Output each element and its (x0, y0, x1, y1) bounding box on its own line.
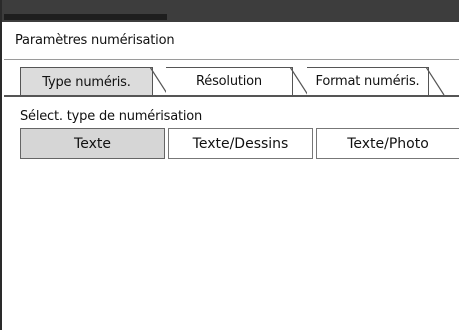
panel-title: Paramètres numérisation (15, 33, 175, 48)
tab-label: Format numéris. (315, 74, 420, 89)
tab-baseline (4, 95, 459, 97)
top-bar-accent (4, 14, 167, 20)
option-texte-photo-button[interactable]: Texte/Photo (316, 128, 459, 159)
option-label: Texte/Photo (347, 135, 429, 152)
option-texte-dessins-button[interactable]: Texte/Dessins (168, 128, 313, 159)
tab-format-numeris[interactable]: Format numéris. (307, 67, 429, 95)
tab-slant-divider (426, 67, 445, 95)
panel-header: Paramètres numérisation (4, 22, 459, 60)
tab-resolution[interactable]: Résolution (166, 67, 293, 95)
tab-bar: Type numéris. Résolution Format numéris. (4, 60, 459, 102)
tab-type-numeris[interactable]: Type numéris. (20, 67, 153, 97)
scan-settings-window: Paramètres numérisation Type numéris. Ré… (0, 0, 459, 330)
option-label: Texte/Dessins (192, 135, 289, 152)
top-bar (2, 0, 459, 22)
scan-type-label: Sélect. type de numérisation (20, 109, 203, 124)
tab-label: Résolution (196, 74, 262, 89)
tab-label: Type numéris. (42, 75, 131, 90)
option-texte-button[interactable]: Texte (20, 128, 165, 159)
option-label: Texte (74, 135, 111, 152)
